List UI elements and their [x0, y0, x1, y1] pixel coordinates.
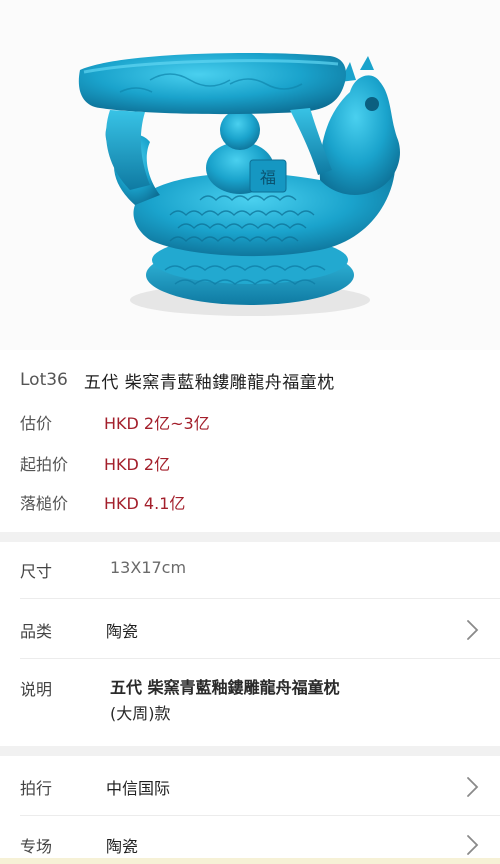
chevron-right-icon[interactable]	[462, 618, 482, 642]
description-row: 说明 五代 柴窯青藍釉鏤雕龍舟福童枕 (大周)款	[0, 676, 500, 736]
session-value: 陶瓷	[106, 837, 139, 856]
estimate-row: 估价 HKD 2亿~3亿	[20, 409, 210, 435]
estimate-value: HKD 2亿~3亿	[104, 414, 210, 433]
size-row: 尺寸 13X17cm	[0, 556, 500, 596]
session-label: 专场	[20, 837, 53, 856]
lot-number: Lot36	[20, 370, 68, 390]
hammer-price-label: 落槌价	[20, 494, 69, 513]
starting-price-label: 起拍价	[20, 455, 69, 474]
description-line2: (大周)款	[110, 704, 171, 723]
divider	[20, 815, 500, 816]
section-separator	[0, 746, 500, 756]
hammer-price-row: 落槌价 HKD 4.1亿	[20, 489, 185, 515]
category-label: 品类	[20, 622, 53, 641]
session-row[interactable]: 专场 陶瓷	[0, 831, 500, 861]
size-label: 尺寸	[20, 562, 53, 581]
section-separator	[0, 532, 500, 542]
estimate-label: 估价	[20, 414, 53, 433]
auction-house-value: 中信国际	[106, 779, 171, 798]
description-label: 说明	[20, 680, 53, 699]
auction-house-label: 拍行	[20, 779, 53, 798]
description-line1: 五代 柴窯青藍釉鏤雕龍舟福童枕	[110, 678, 340, 697]
hammer-price-value: HKD 4.1亿	[104, 494, 186, 513]
fu-seal-char: 福	[260, 168, 276, 187]
size-value: 13X17cm	[110, 558, 187, 577]
category-value: 陶瓷	[106, 622, 139, 641]
lot-title: 五代 柴窯青藍釉鏤雕龍舟福童枕	[83, 372, 335, 393]
chevron-right-icon[interactable]	[462, 833, 482, 857]
chevron-right-icon[interactable]	[462, 775, 482, 799]
category-row[interactable]: 品类 陶瓷	[0, 616, 500, 656]
auction-house-row[interactable]: 拍行 中信国际	[0, 773, 500, 813]
starting-price-row: 起拍价 HKD 2亿	[20, 450, 170, 476]
divider	[20, 658, 500, 659]
lot-image[interactable]: 福	[0, 0, 500, 350]
starting-price-value: HKD 2亿	[104, 455, 171, 474]
bottom-strip	[0, 858, 500, 864]
lot-title-row: Lot36 五代 柴窯青藍釉鏤雕龍舟福童枕	[20, 366, 490, 394]
description-value: 五代 柴窯青藍釉鏤雕龍舟福童枕 (大周)款	[110, 675, 340, 727]
porcelain-pillow-image: 福	[78, 52, 400, 316]
divider	[20, 598, 500, 599]
